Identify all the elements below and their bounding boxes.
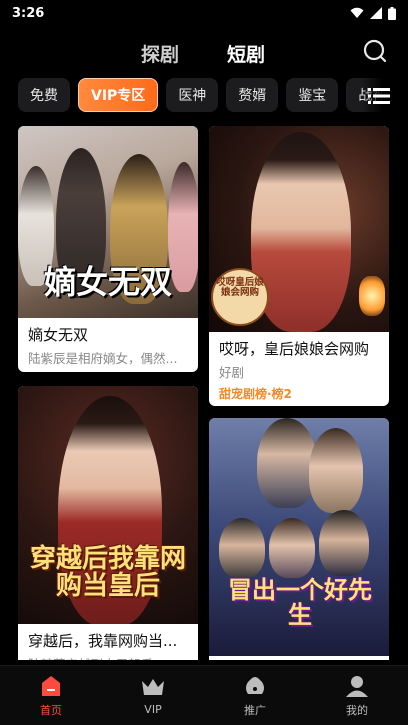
poster-figure [219, 518, 265, 578]
card-title: 穿越后，我靠网购当... [28, 632, 178, 650]
poster-figure [319, 510, 369, 576]
drama-card[interactable]: 嫡女无双 嫡女无双 陆紫辰是相府嫡女，偶然... [18, 126, 198, 372]
category-list: 免费 VIP专区 医神 赘婿 鉴宝 战神 [18, 78, 399, 112]
poster-figure [257, 418, 317, 508]
drama-card[interactable]: 哎呀皇后娘娘会网购 哎呀，皇后娘娘会网购 好剧 甜宠剧榜·榜2 [209, 126, 389, 406]
promote-icon [246, 676, 264, 694]
top-tabs: 探剧 短剧 [0, 38, 408, 72]
category-free[interactable]: 免费 [18, 78, 70, 112]
crown-icon [142, 679, 164, 695]
search-icon[interactable] [362, 38, 388, 64]
card-description: 陆紫辰是相府嫡女，偶然... [28, 351, 178, 366]
status-icons [350, 6, 396, 20]
nav-profile[interactable]: 我的 [306, 666, 408, 725]
category-appraisal[interactable]: 鉴宝 [286, 78, 339, 112]
drama-poster: 哎呀皇后娘娘会网购 [209, 126, 389, 332]
poster-title-art: 穿越后我靠网购当皇后 [29, 544, 186, 602]
poster-title-art: 哎呀皇后娘娘会网购 [216, 277, 264, 298]
bottom-nav: 首页 VIP 推广 我的 [0, 665, 408, 725]
drama-poster: 穿越后我靠网购当皇后 [18, 386, 198, 624]
card-title: 哎呀，皇后娘娘会网购 [219, 340, 370, 358]
nav-label: 首页 [40, 703, 62, 717]
card-title: 嫡女无双 [28, 326, 89, 344]
signal-icon [370, 7, 382, 19]
home-icon [42, 675, 60, 696]
poster-figure [269, 518, 315, 578]
category-bar: 免费 VIP专区 医神 赘婿 鉴宝 战神 [0, 78, 408, 114]
card-rank-label: 甜宠剧榜·榜2 [219, 387, 292, 401]
drama-poster: 冒出一个好先生 [209, 418, 389, 656]
poster-title-art: 嫡女无双 [43, 263, 172, 301]
category-doctor[interactable]: 医神 [166, 78, 219, 112]
nav-label: 我的 [346, 703, 368, 717]
category-menu-icon[interactable] [368, 86, 390, 106]
nav-home[interactable]: 首页 [0, 666, 102, 725]
drama-feed: 嫡女无双 嫡女无双 陆紫辰是相府嫡女，偶然... 哎呀皇后娘娘会网购 哎呀，皇后… [0, 126, 408, 660]
drama-card[interactable]: 冒出一个好先生 [209, 418, 389, 660]
card-description: 陆梦菲穿越到大周朝后... [18, 651, 198, 660]
status-bar: 3:26 [0, 0, 408, 26]
status-time: 3:26 [12, 5, 45, 21]
nav-promote[interactable]: 推广 [204, 666, 306, 725]
tab-short-drama[interactable]: 短剧 [227, 40, 265, 67]
card-title [209, 656, 389, 660]
poster-figure [309, 428, 363, 513]
drama-poster: 嫡女无双 [18, 126, 198, 318]
nav-vip[interactable]: VIP [102, 666, 204, 725]
category-son-in-law[interactable]: 赘婿 [226, 78, 279, 112]
card-description: 好剧 [219, 365, 245, 380]
candle-light [359, 276, 385, 316]
poster-title-art: 冒出一个好先生 [228, 576, 372, 630]
category-vip[interactable]: VIP专区 [78, 78, 159, 112]
profile-icon [346, 675, 368, 697]
battery-icon [388, 6, 396, 20]
drama-card[interactable]: 穿越后我靠网购当皇后 穿越后，我靠网购当... 陆梦菲穿越到大周朝后... [18, 386, 198, 660]
nav-label: 推广 [244, 703, 266, 717]
nav-label: VIP [144, 703, 162, 716]
tab-explore[interactable]: 探剧 [141, 40, 179, 67]
wifi-icon [350, 7, 364, 18]
